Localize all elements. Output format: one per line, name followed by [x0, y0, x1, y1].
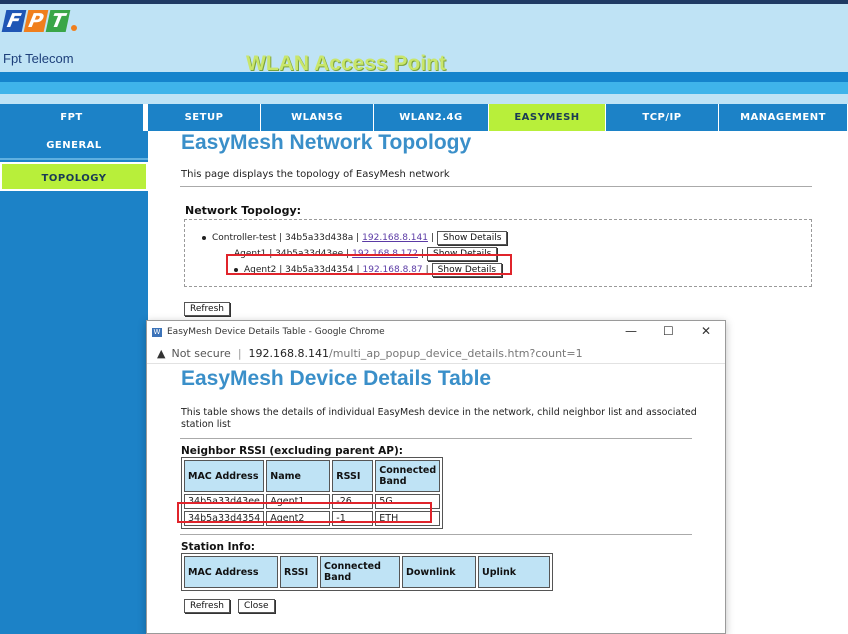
column-header: Uplink: [478, 556, 550, 588]
popup-titlebar: W EasyMesh Device Details Table - Google…: [147, 321, 725, 343]
warning-icon: ▲: [157, 346, 166, 360]
node-label: Controller-test | 34b5a33d438a |: [212, 233, 360, 243]
page-title: EasyMesh Network Topology: [181, 131, 472, 154]
refresh-button[interactable]: Refresh: [184, 302, 230, 316]
column-header: RSSI: [332, 460, 374, 492]
sidebar: GENERAL TOPOLOGY: [0, 131, 148, 634]
node-separator: |: [430, 233, 435, 243]
not-secure-label: Not secure: [171, 346, 231, 360]
popup-window-title: EasyMesh Device Details Table - Google C…: [167, 327, 385, 337]
divider: [180, 438, 692, 439]
tab-tcpip[interactable]: TCP/IP: [606, 104, 719, 131]
neighbor-section-label: Neighbor RSSI (excluding parent AP):: [181, 445, 403, 457]
highlight-box: [177, 502, 432, 523]
header-band: [0, 82, 848, 94]
sidebar-item-general[interactable]: GENERAL: [0, 131, 148, 160]
header-band: [0, 72, 848, 82]
column-header: RSSI: [280, 556, 318, 588]
logo-dot: [71, 25, 77, 31]
popup-page-title: EasyMesh Device Details Table: [181, 367, 492, 390]
column-header: MAC Address: [184, 556, 278, 588]
table-header-row: MAC Address RSSI Connected Band Downlink…: [184, 556, 550, 588]
window-app-icon: W: [152, 327, 162, 337]
node-ip-link[interactable]: 192.168.8.141: [362, 233, 428, 243]
maximize-icon[interactable]: ☐: [663, 324, 674, 338]
highlight-box: [226, 254, 512, 275]
popup-refresh-button[interactable]: Refresh: [184, 599, 230, 613]
show-details-button[interactable]: Show Details: [437, 231, 508, 245]
column-header: Name: [266, 460, 331, 492]
brand-name: Fpt Telecom: [3, 51, 74, 66]
column-header: Connected Band: [375, 460, 441, 492]
divider: [180, 534, 692, 535]
popup-description: This table shows the details of individu…: [181, 407, 697, 430]
url-host: 192.168.8.141: [248, 346, 330, 360]
tab-wlan24g[interactable]: WLAN2.4G: [374, 104, 489, 131]
popup-address-bar[interactable]: ▲ Not secure | 192.168.8.141/multi_ap_po…: [147, 343, 725, 364]
tab-easymesh[interactable]: EASYMESH: [489, 104, 606, 131]
close-icon[interactable]: ✕: [701, 324, 711, 338]
header: F P T Fpt Telecom WLAN Access Point: [0, 4, 848, 75]
station-table: MAC Address RSSI Connected Band Downlink…: [181, 553, 553, 591]
bullet: [202, 236, 206, 240]
tab-wlan5g[interactable]: WLAN5G: [261, 104, 374, 131]
topology-label: Network Topology:: [185, 204, 302, 217]
page-description: This page displays the topology of EasyM…: [181, 169, 450, 180]
top-nav: FPT SETUP WLAN5G WLAN2.4G EASYMESH TCP/I…: [0, 104, 848, 131]
sidebar-item-topology[interactable]: TOPOLOGY: [0, 162, 148, 191]
tab-management[interactable]: MANAGEMENT: [719, 104, 848, 131]
column-header: Connected Band: [320, 556, 400, 588]
url-path: /multi_ap_popup_device_details.htm?count…: [329, 346, 583, 360]
fpt-logo: F P T: [1, 10, 77, 32]
popup-close-button[interactable]: Close: [238, 599, 275, 613]
topology-node-controller: Controller-test | 34b5a33d438a | 192.168…: [202, 231, 508, 245]
station-section-label: Station Info:: [181, 541, 255, 553]
column-header: Downlink: [402, 556, 476, 588]
tab-setup[interactable]: SETUP: [148, 104, 261, 131]
logo-letter-t: T: [45, 10, 71, 32]
divider: [180, 186, 812, 187]
popup-window: W EasyMesh Device Details Table - Google…: [146, 320, 726, 634]
logo-letter-p: P: [23, 10, 49, 32]
column-header: MAC Address: [184, 460, 265, 492]
logo-letter-f: F: [1, 10, 27, 32]
table-header-row: MAC Address Name RSSI Connected Band: [184, 460, 441, 492]
minimize-icon[interactable]: —: [625, 324, 637, 338]
nav-brand-tab: FPT: [0, 104, 144, 131]
header-band: [0, 94, 848, 104]
